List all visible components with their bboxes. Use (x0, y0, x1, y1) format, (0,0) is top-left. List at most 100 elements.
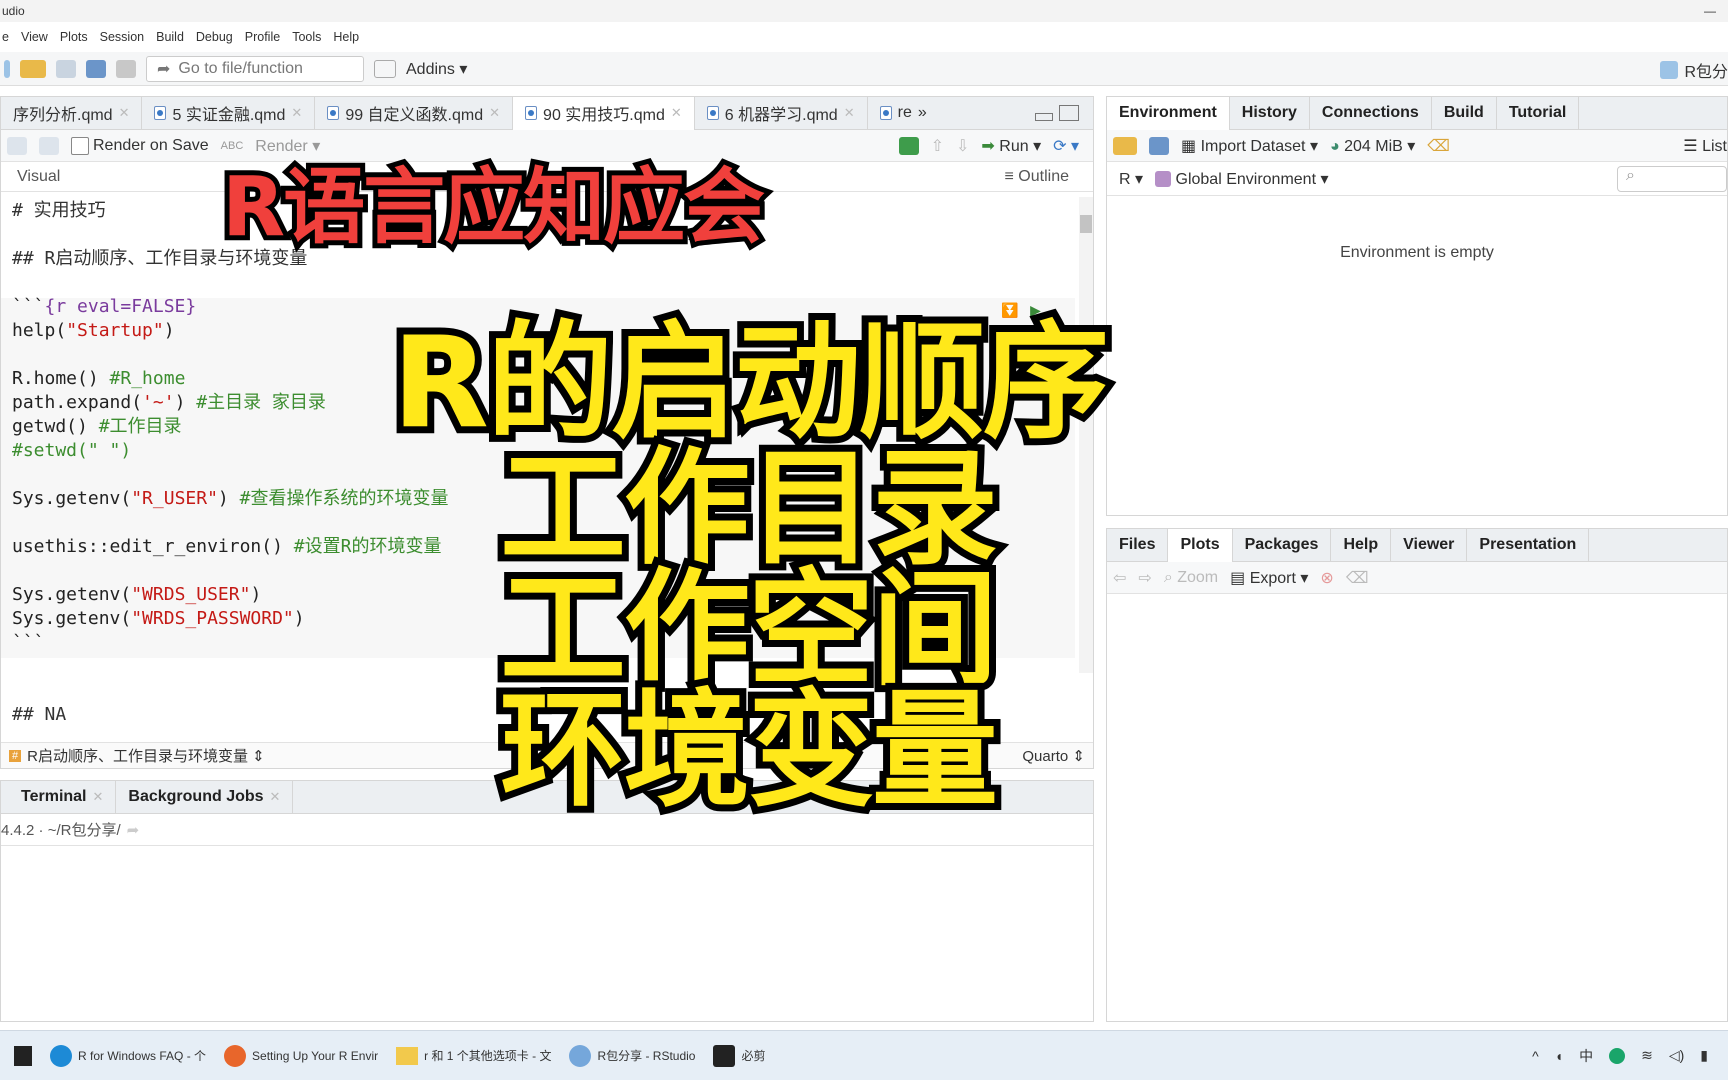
tab-re[interactable]: re» (868, 97, 939, 130)
menu-tools[interactable]: Tools (292, 30, 321, 44)
close-icon[interactable]: ✕ (93, 789, 104, 805)
close-icon[interactable]: ✕ (270, 789, 281, 805)
taskbar-firefox[interactable]: Setting Up Your R Envir (224, 1044, 378, 1067)
minimize-pane-icon[interactable] (1035, 113, 1053, 121)
more-tabs-icon[interactable]: » (918, 104, 927, 122)
menu-file[interactable]: e (2, 30, 9, 44)
scope-selector[interactable]: Global Environment ▾ (1155, 169, 1329, 189)
tab-viewer[interactable]: Viewer (1391, 528, 1468, 562)
run-button[interactable]: ➡ Run ▾ (981, 136, 1041, 156)
open-folder-icon[interactable] (20, 59, 46, 78)
checkbox[interactable] (71, 136, 89, 155)
addins-menu[interactable]: Addins ▾ (406, 59, 467, 79)
export-button[interactable]: ▤ Export ▾ (1230, 568, 1308, 588)
code-editor[interactable]: # 实用技巧 ## R启动顺序、工作目录与环境变量 ```{r eval=FALSE… (12, 199, 448, 727)
forward-arrow-icon[interactable]: ⇨ (1138, 568, 1151, 588)
taskbar-edge[interactable]: R for Windows FAQ - 个 (50, 1044, 206, 1067)
tab-machine-learning[interactable]: 6 机器学习.qmd ✕ (695, 96, 868, 130)
close-icon[interactable]: ✕ (844, 105, 855, 121)
go-to-directory-icon[interactable]: ➦ (127, 821, 140, 839)
tab-terminal[interactable]: Terminal ✕ (1, 780, 117, 814)
broom-icon[interactable]: ⌫ (1427, 136, 1450, 156)
new-file-icon[interactable] (4, 59, 10, 78)
tab-history[interactable]: History (1230, 96, 1310, 130)
menu-view[interactable]: View (21, 30, 48, 44)
battery-icon[interactable]: ▮ (1700, 1047, 1708, 1064)
tab-plots[interactable]: Plots (1168, 528, 1233, 562)
tab-packages[interactable]: Packages (1233, 528, 1332, 562)
taskbar-bijian[interactable]: 必剪 (713, 1044, 766, 1067)
menu-profile[interactable]: Profile (245, 30, 280, 44)
minimize-button[interactable]: — (1704, 0, 1716, 22)
close-icon[interactable]: ✕ (291, 105, 302, 121)
menu-debug[interactable]: Debug (196, 30, 233, 44)
save-icon[interactable] (56, 59, 76, 78)
tab-background-jobs[interactable]: Background Jobs ✕ (116, 780, 294, 814)
go-up-icon[interactable]: ⇧ (931, 136, 944, 156)
load-workspace-icon[interactable] (1113, 136, 1137, 155)
render-on-save-checkbox[interactable]: Render on Save (71, 136, 209, 155)
print-icon[interactable] (116, 59, 136, 78)
menu-help[interactable]: Help (333, 30, 359, 44)
tab-presentation[interactable]: Presentation (1467, 528, 1590, 562)
back-arrow-icon[interactable]: ⇦ (1113, 568, 1126, 588)
tab-files[interactable]: Files (1107, 528, 1169, 562)
remove-plot-icon[interactable]: ⊗ (1320, 568, 1333, 588)
menu-plots[interactable]: Plots (60, 30, 88, 44)
close-icon[interactable]: ✕ (119, 105, 130, 121)
start-icon[interactable] (14, 1045, 32, 1066)
doc-type-selector[interactable]: Quarto ⇕ (1022, 747, 1085, 765)
console-output[interactable] (1, 846, 1093, 1016)
save-workspace-icon[interactable] (1149, 136, 1169, 155)
code-token: ) (217, 488, 240, 509)
rerun-icon[interactable]: ⟳ ▾ (1053, 136, 1079, 156)
maximize-pane-icon[interactable] (1059, 105, 1079, 121)
grid-layout-icon[interactable] (374, 59, 396, 78)
section-icon: # (9, 749, 22, 762)
tab-time-series[interactable]: 序列分析.qmd ✕ (1, 96, 143, 130)
memory-usage-button[interactable]: ◕ 204 MiB ▾ (1330, 136, 1415, 156)
code-token: Sys.getenv( (12, 584, 132, 605)
code-token: ) (293, 608, 305, 629)
import-dataset-button[interactable]: ▦ Import Dataset ▾ (1181, 136, 1318, 156)
language-selector[interactable]: R ▾ (1119, 169, 1143, 189)
code-token: getwd() (12, 416, 99, 437)
show-in-window-icon[interactable] (7, 136, 27, 155)
goto-file-input[interactable]: ➦ Go to file/function (146, 55, 364, 82)
app-tray-icon[interactable] (1609, 1047, 1626, 1064)
save-icon[interactable] (39, 136, 59, 155)
taskbar-explorer[interactable]: r 和 1 个其他选项卡 - 文 (396, 1046, 551, 1065)
close-icon[interactable]: ✕ (671, 105, 682, 121)
visual-mode-toggle[interactable]: Visual (17, 168, 60, 186)
zoom-button[interactable]: ⌕ Zoom (1164, 569, 1218, 587)
outline-button[interactable]: ≡ Outline (1005, 168, 1069, 186)
save-all-icon[interactable] (86, 59, 106, 78)
tab-connections[interactable]: Connections (1310, 96, 1432, 130)
tab-tutorial[interactable]: Tutorial (1497, 96, 1580, 130)
wifi-icon[interactable]: ≋ (1641, 1047, 1653, 1064)
tab-help[interactable]: Help (1331, 528, 1392, 562)
chevron-up-icon[interactable]: ^ (1532, 1048, 1539, 1064)
insert-chunk-icon[interactable] (898, 136, 919, 155)
environment-search-input[interactable]: ⌕ (1617, 165, 1727, 192)
ime-indicator[interactable]: 中 (1579, 1046, 1593, 1066)
clear-plots-icon[interactable]: ⌫ (1346, 568, 1369, 588)
menu-session[interactable]: Session (100, 30, 144, 44)
go-down-icon[interactable]: ⇩ (956, 136, 969, 156)
menu-build[interactable]: Build (156, 30, 184, 44)
section-navigator[interactable]: R启动顺序、工作目录与环境变量 ⇕ (27, 745, 265, 766)
volume-icon[interactable]: ◁) (1669, 1047, 1684, 1064)
tab-empirical-finance[interactable]: 5 实证金融.qmd ✕ (142, 96, 316, 130)
tab-practical-tips[interactable]: 90 实用技巧.qmd ✕ (513, 96, 695, 130)
code-line: Sys.getenv("R_USER") #查看操作系统的环境变量 (12, 487, 448, 511)
microphone-icon[interactable]: ◖ (1555, 1048, 1563, 1064)
tab-build[interactable]: Build (1432, 96, 1497, 130)
close-icon[interactable]: ✕ (489, 105, 500, 121)
tab-custom-functions[interactable]: 99 自定义函数.qmd ✕ (315, 96, 514, 130)
project-menu[interactable]: R包分 (1660, 58, 1728, 82)
tab-environment[interactable]: Environment (1107, 96, 1230, 130)
list-view-button[interactable]: ☰ List (1683, 136, 1727, 156)
code-token: Sys.getenv( (12, 488, 132, 509)
taskbar-rstudio[interactable]: R包分享 - RStudio (569, 1044, 695, 1067)
code-token: "Startup" (66, 320, 164, 341)
